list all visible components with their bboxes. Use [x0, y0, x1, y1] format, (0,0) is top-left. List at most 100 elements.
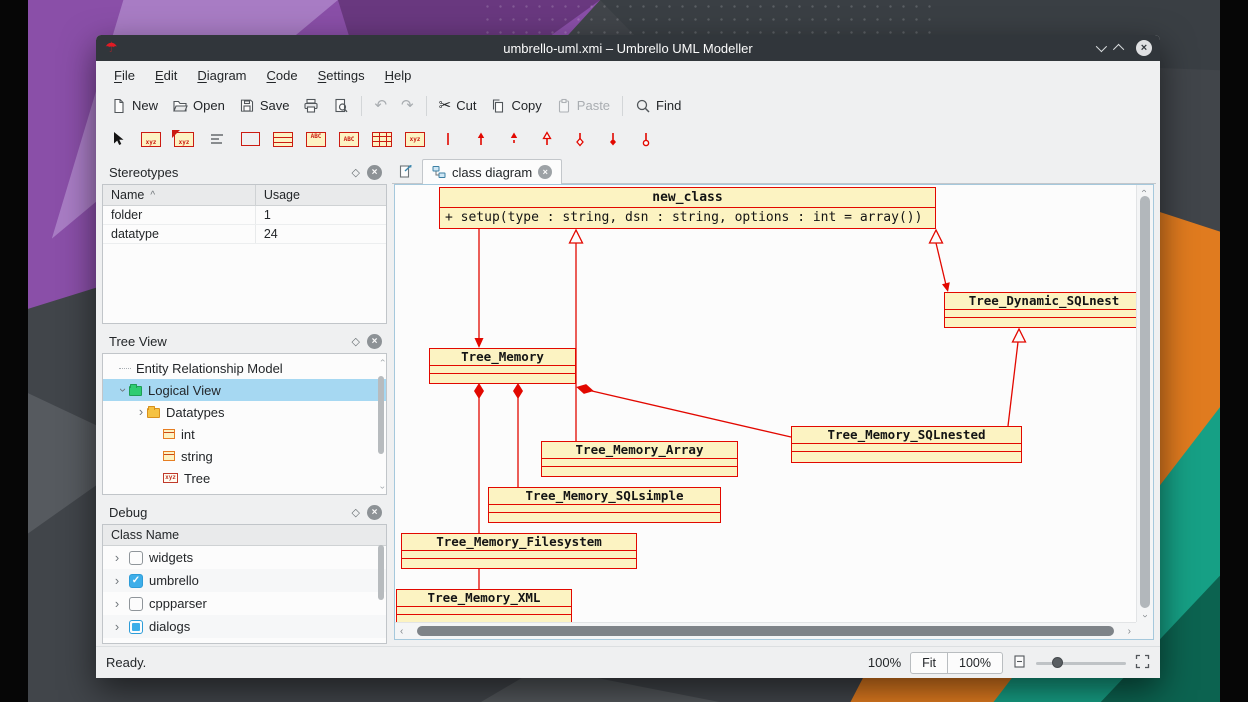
table-row[interactable]: datatype 24 — [103, 225, 386, 244]
zoom-value-button[interactable]: 100% — [947, 652, 1003, 674]
uml-class-tree-dynamic-sqlnested[interactable]: Tree_Dynamic_SQLnest — [944, 292, 1136, 328]
print-preview-button[interactable] — [326, 95, 356, 117]
expander-closed-icon[interactable]: › — [111, 552, 123, 564]
scroll-up-icon[interactable]: › — [1140, 189, 1150, 192]
float-panel-button[interactable]: ◇ — [352, 506, 360, 519]
debug-item-cppparser[interactable]: › cppparser — [103, 592, 386, 615]
expander-closed-icon[interactable]: › — [135, 406, 147, 418]
scrollbar-thumb[interactable] — [378, 376, 384, 454]
tree-item-entity-relationship-model[interactable]: Entity Relationship Model — [103, 357, 386, 379]
minimize-button[interactable] — [1096, 39, 1104, 57]
menu-file[interactable]: File — [104, 64, 145, 87]
composition-tool-button[interactable] — [601, 127, 625, 151]
uml-class-tree-memory-sqlsimple[interactable]: Tree_Memory_SQLsimple — [488, 487, 721, 523]
float-panel-button[interactable]: ◇ — [352, 335, 360, 348]
float-panel-button[interactable]: ◇ — [352, 166, 360, 179]
association-tool-button[interactable] — [436, 127, 460, 151]
tab-class-diagram[interactable]: class diagram × — [422, 159, 562, 184]
uml-class-tree-memory[interactable]: Tree_Memory — [429, 348, 576, 384]
uml-class-tree-memory-xml[interactable]: Tree_Memory_XML — [396, 589, 572, 622]
tree-item-tree[interactable]: xyz Tree — [103, 467, 386, 489]
menu-help[interactable]: Help — [375, 64, 422, 87]
expander-closed-icon[interactable]: › — [111, 621, 123, 633]
debug-item-umbrello[interactable]: › ✓ umbrello — [103, 569, 386, 592]
tree-view-panel-header[interactable]: Tree View ◇ × — [100, 329, 389, 353]
tree-item-datatypes[interactable]: › Datatypes — [103, 401, 386, 423]
redo-button[interactable]: ↷ — [394, 95, 421, 117]
column-header-class-name[interactable]: Class Name — [103, 525, 386, 546]
menu-diagram[interactable]: Diagram — [187, 64, 256, 87]
copy-button[interactable]: Copy — [483, 95, 548, 117]
close-button[interactable]: × — [1136, 40, 1152, 56]
dependency-tool-button[interactable] — [502, 127, 526, 151]
vertical-scrollbar[interactable]: › › — [1136, 185, 1153, 622]
slider-handle[interactable] — [1052, 657, 1063, 668]
text-class-tool-button[interactable]: ABC — [304, 127, 328, 151]
menu-settings[interactable]: Settings — [308, 64, 375, 87]
save-button[interactable]: Save — [232, 95, 297, 117]
expander-open-icon[interactable]: › — [117, 384, 129, 396]
scroll-up-icon[interactable]: › — [378, 359, 387, 362]
print-button[interactable] — [296, 95, 326, 117]
debug-item-widgets[interactable]: › widgets — [103, 546, 386, 569]
select-tool-button[interactable] — [106, 127, 130, 151]
undo-button[interactable]: ↶ — [367, 95, 394, 117]
tab-close-button[interactable]: × — [538, 165, 552, 179]
expander-closed-icon[interactable]: › — [111, 598, 123, 610]
debug-item-dialogs[interactable]: › dialogs — [103, 615, 386, 638]
scrollbar-thumb[interactable] — [417, 626, 1114, 636]
scrollbar-thumb[interactable] — [378, 545, 384, 600]
uml-class-new_class[interactable]: new_class + setup(type : string, dsn : s… — [439, 187, 936, 229]
menu-code[interactable]: Code — [257, 64, 308, 87]
uml-class-tree-memory-sqlnested[interactable]: Tree_Memory_SQLnested — [791, 426, 1022, 463]
directed-association-tool-button[interactable] — [469, 127, 493, 151]
scroll-down-icon[interactable]: › — [378, 486, 387, 489]
scroll-down-icon[interactable]: › — [1140, 614, 1150, 617]
tree-view-scrollbar[interactable] — [377, 368, 385, 480]
titlebar[interactable]: ☂ umbrello-uml.xmi – Umbrello UML Modell… — [96, 35, 1160, 61]
column-header-name[interactable]: Name ^ — [103, 185, 256, 205]
new-button[interactable]: New — [104, 95, 165, 117]
datatype-tool-button[interactable]: xyz — [139, 127, 163, 151]
new-tab-button[interactable] — [394, 160, 418, 182]
table-row[interactable]: folder 1 — [103, 206, 386, 225]
tree-item-logical-view[interactable]: › Logical View — [103, 379, 386, 401]
zoom-fit-page-button[interactable] — [1012, 654, 1027, 672]
uml-class-tree-memory-filesystem[interactable]: Tree_Memory_Filesystem — [401, 533, 637, 569]
menu-edit[interactable]: Edit — [145, 64, 187, 87]
checkbox-unchecked[interactable] — [129, 551, 143, 565]
close-panel-button[interactable]: × — [367, 334, 382, 349]
sc rollbar-thumb[interactable] — [1140, 196, 1150, 608]
align-tool-button[interactable] — [205, 127, 229, 151]
column-header-usage[interactable]: Usage — [256, 185, 386, 205]
tree-item-string[interactable]: string — [103, 445, 386, 467]
expander-closed-icon[interactable]: › — [111, 575, 123, 587]
fit-button[interactable]: Fit — [910, 652, 948, 674]
cut-button[interactable]: ✂ Cut — [432, 95, 484, 117]
enum-tool-button[interactable]: xyz — [403, 127, 427, 151]
stereotypes-panel-header[interactable]: Stereotypes ◇ × — [100, 160, 389, 184]
close-panel-button[interactable]: × — [367, 505, 382, 520]
tree-item-int[interactable]: int — [103, 423, 386, 445]
generalization-tool-button[interactable] — [535, 127, 559, 151]
anchor-tool-button[interactable] — [634, 127, 658, 151]
diagram-canvas[interactable]: new_class + setup(type : string, dsn : s… — [395, 185, 1136, 622]
debug-scrollbar[interactable] — [377, 539, 385, 629]
open-button[interactable]: Open — [165, 95, 232, 117]
maximize-button[interactable] — [1116, 39, 1124, 57]
zoom-slider[interactable] — [1036, 653, 1126, 673]
find-button[interactable]: Find — [628, 95, 688, 117]
checkbox-partial[interactable] — [129, 620, 143, 634]
debug-panel-header[interactable]: Debug ◇ × — [100, 500, 389, 524]
box-tool-button[interactable] — [238, 127, 262, 151]
aggregation-tool-button[interactable] — [568, 127, 592, 151]
uml-class-tree-memory-array[interactable]: Tree_Memory_Array — [541, 441, 738, 477]
checkbox-checked[interactable]: ✓ — [129, 574, 143, 588]
class-tool-button[interactable] — [271, 127, 295, 151]
entity-tool-button[interactable] — [370, 127, 394, 151]
fullscreen-button[interactable] — [1135, 654, 1150, 672]
interface-tool-button[interactable]: ABC — [337, 127, 361, 151]
paste-button[interactable]: Paste — [549, 95, 617, 117]
horizontal-scrollbar[interactable]: ‹ › — [395, 622, 1136, 639]
checkbox-unchecked[interactable] — [129, 597, 143, 611]
